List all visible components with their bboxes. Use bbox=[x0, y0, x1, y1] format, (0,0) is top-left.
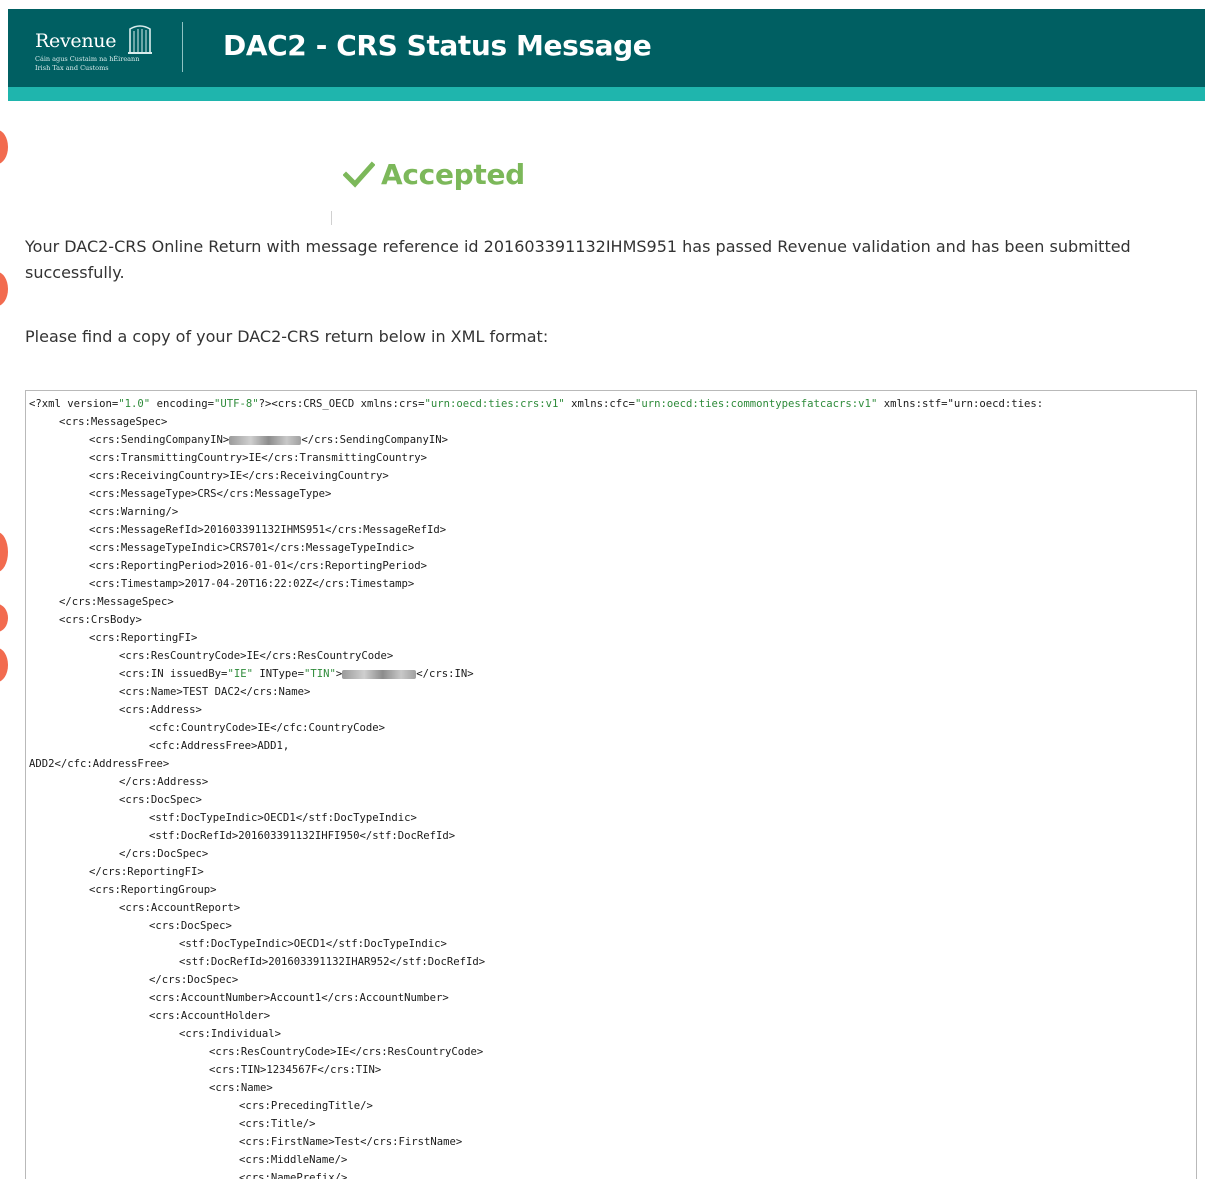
xml-line: <crs:Warning/> bbox=[89, 506, 179, 518]
xml-line: <crs:CrsBody> bbox=[59, 614, 142, 626]
xml-line: <crs:IN issuedBy="IE" INType="TIN"> </crs… bbox=[119, 668, 474, 680]
confirmation-message: Your DAC2-CRS Online Return with message… bbox=[25, 237, 1131, 282]
xml-output-box[interactable]: <?xml version="1.0" encoding="UTF-8"?><c… bbox=[25, 390, 1197, 1179]
xml-line: <cfc:CountryCode>IE</cfc:CountryCode> bbox=[149, 722, 385, 734]
xml-line: <crs:PrecedingTitle/> bbox=[239, 1100, 373, 1112]
xml-line: <crs:Timestamp>2017-04-20T16:22:02Z</crs… bbox=[89, 578, 415, 590]
xml-line: <cfc:AddressFree>ADD1, bbox=[149, 740, 290, 752]
logo-text: Revenue bbox=[35, 30, 117, 52]
revenue-logo[interactable]: Revenue Cáin agus Custaim na hÉireann Ir… bbox=[35, 23, 165, 75]
status-label: Accepted bbox=[381, 157, 525, 191]
redacted-value bbox=[229, 435, 302, 445]
xml-line: <stf:DocTypeIndic>OECD1</stf:DocTypeIndi… bbox=[179, 938, 447, 950]
logo-subtitle-irish: Cáin agus Custaim na hÉireann bbox=[35, 55, 140, 63]
edge-decoration bbox=[0, 604, 8, 632]
header-accent-bar bbox=[8, 87, 1205, 101]
xml-line: <crs:ReportingFI> bbox=[89, 632, 198, 644]
xml-line: <crs:AccountNumber>Account1</crs:Account… bbox=[149, 992, 449, 1004]
xml-content: <?xml version="1.0" encoding="UTF-8"?><c… bbox=[29, 395, 1043, 1179]
xml-line: <?xml version="1.0" encoding="UTF-8"?><c… bbox=[29, 398, 1044, 410]
xml-line: <crs:DocSpec> bbox=[119, 794, 202, 806]
instruction-text: Please find a copy of your DAC2-CRS retu… bbox=[25, 327, 549, 346]
xml-line: <stf:DocRefId>201603391132IHFI950</stf:D… bbox=[149, 830, 456, 842]
xml-line: <crs:Title/> bbox=[239, 1118, 316, 1130]
status-indicator: Accepted bbox=[343, 154, 525, 194]
xml-line: <crs:ReportingGroup> bbox=[89, 884, 217, 896]
xml-line: </crs:DocSpec> bbox=[149, 974, 239, 986]
page-title: DAC2 - CRS Status Message bbox=[223, 29, 652, 62]
xml-line: <crs:Name> bbox=[209, 1082, 273, 1094]
xml-line: <crs:MiddleName/> bbox=[239, 1154, 348, 1166]
redacted-value bbox=[342, 669, 417, 679]
xml-line: <crs:SendingCompanyIN> </crs:SendingCompa… bbox=[89, 434, 449, 446]
xml-line: <crs:Name>TEST DAC2</crs:Name> bbox=[119, 686, 311, 698]
xml-line: <crs:ResCountryCode>IE</crs:ResCountryCo… bbox=[119, 650, 394, 662]
xml-line: <crs:MessageSpec> bbox=[59, 416, 168, 428]
xml-line: <crs:TIN>1234567F</crs:TIN> bbox=[209, 1064, 382, 1076]
xml-line: <crs:ReceivingCountry>IE</crs:ReceivingC… bbox=[89, 470, 389, 482]
edge-decoration bbox=[0, 532, 8, 572]
xml-line: </crs:ReportingFI> bbox=[89, 866, 204, 878]
xml-line: <crs:ReportingPeriod>2016-01-01</crs:Rep… bbox=[89, 560, 428, 572]
xml-line: <crs:Address> bbox=[119, 704, 202, 716]
xml-line: <crs:DocSpec> bbox=[149, 920, 232, 932]
xml-line: <crs:MessageType>CRS</crs:MessageType> bbox=[89, 488, 332, 500]
edge-decoration bbox=[0, 272, 8, 306]
xml-line: </crs:DocSpec> bbox=[119, 848, 209, 860]
edge-decoration bbox=[0, 648, 8, 682]
header-bar: Revenue Cáin agus Custaim na hÉireann Ir… bbox=[8, 9, 1205, 87]
xml-line: ADD2</cfc:AddressFree> bbox=[29, 758, 170, 770]
harp-icon bbox=[128, 25, 152, 54]
xml-line: <crs:MessageRefId>201603391132IHMS951</c… bbox=[89, 524, 447, 536]
check-icon bbox=[343, 161, 375, 188]
text-cursor bbox=[331, 211, 332, 225]
page: Revenue Cáin agus Custaim na hÉireann Ir… bbox=[0, 0, 1205, 1179]
xml-line: </crs:Address> bbox=[119, 776, 209, 788]
header-divider bbox=[182, 22, 183, 72]
xml-line: <crs:AccountReport> bbox=[119, 902, 241, 914]
xml-line: <crs:TransmittingCountry>IE</crs:Transmi… bbox=[89, 452, 428, 464]
xml-line: <crs:MessageTypeIndic>CRS701</crs:Messag… bbox=[89, 542, 415, 554]
xml-line: <crs:NamePrefix/> bbox=[239, 1172, 348, 1179]
xml-line: <crs:ResCountryCode>IE</crs:ResCountryCo… bbox=[209, 1046, 484, 1058]
xml-line: </crs:MessageSpec> bbox=[59, 596, 174, 608]
xml-line: <crs:Individual> bbox=[179, 1028, 282, 1040]
logo-subtitle-english: Irish Tax and Customs bbox=[35, 64, 109, 72]
edge-decoration bbox=[0, 130, 8, 164]
xml-line: <stf:DocTypeIndic>OECD1</stf:DocTypeIndi… bbox=[149, 812, 417, 824]
xml-line: <crs:FirstName>Test</crs:FirstName> bbox=[239, 1136, 463, 1148]
xml-line: <crs:AccountHolder> bbox=[149, 1010, 271, 1022]
xml-line: <stf:DocRefId>201603391132IHAR952</stf:D… bbox=[179, 956, 486, 968]
